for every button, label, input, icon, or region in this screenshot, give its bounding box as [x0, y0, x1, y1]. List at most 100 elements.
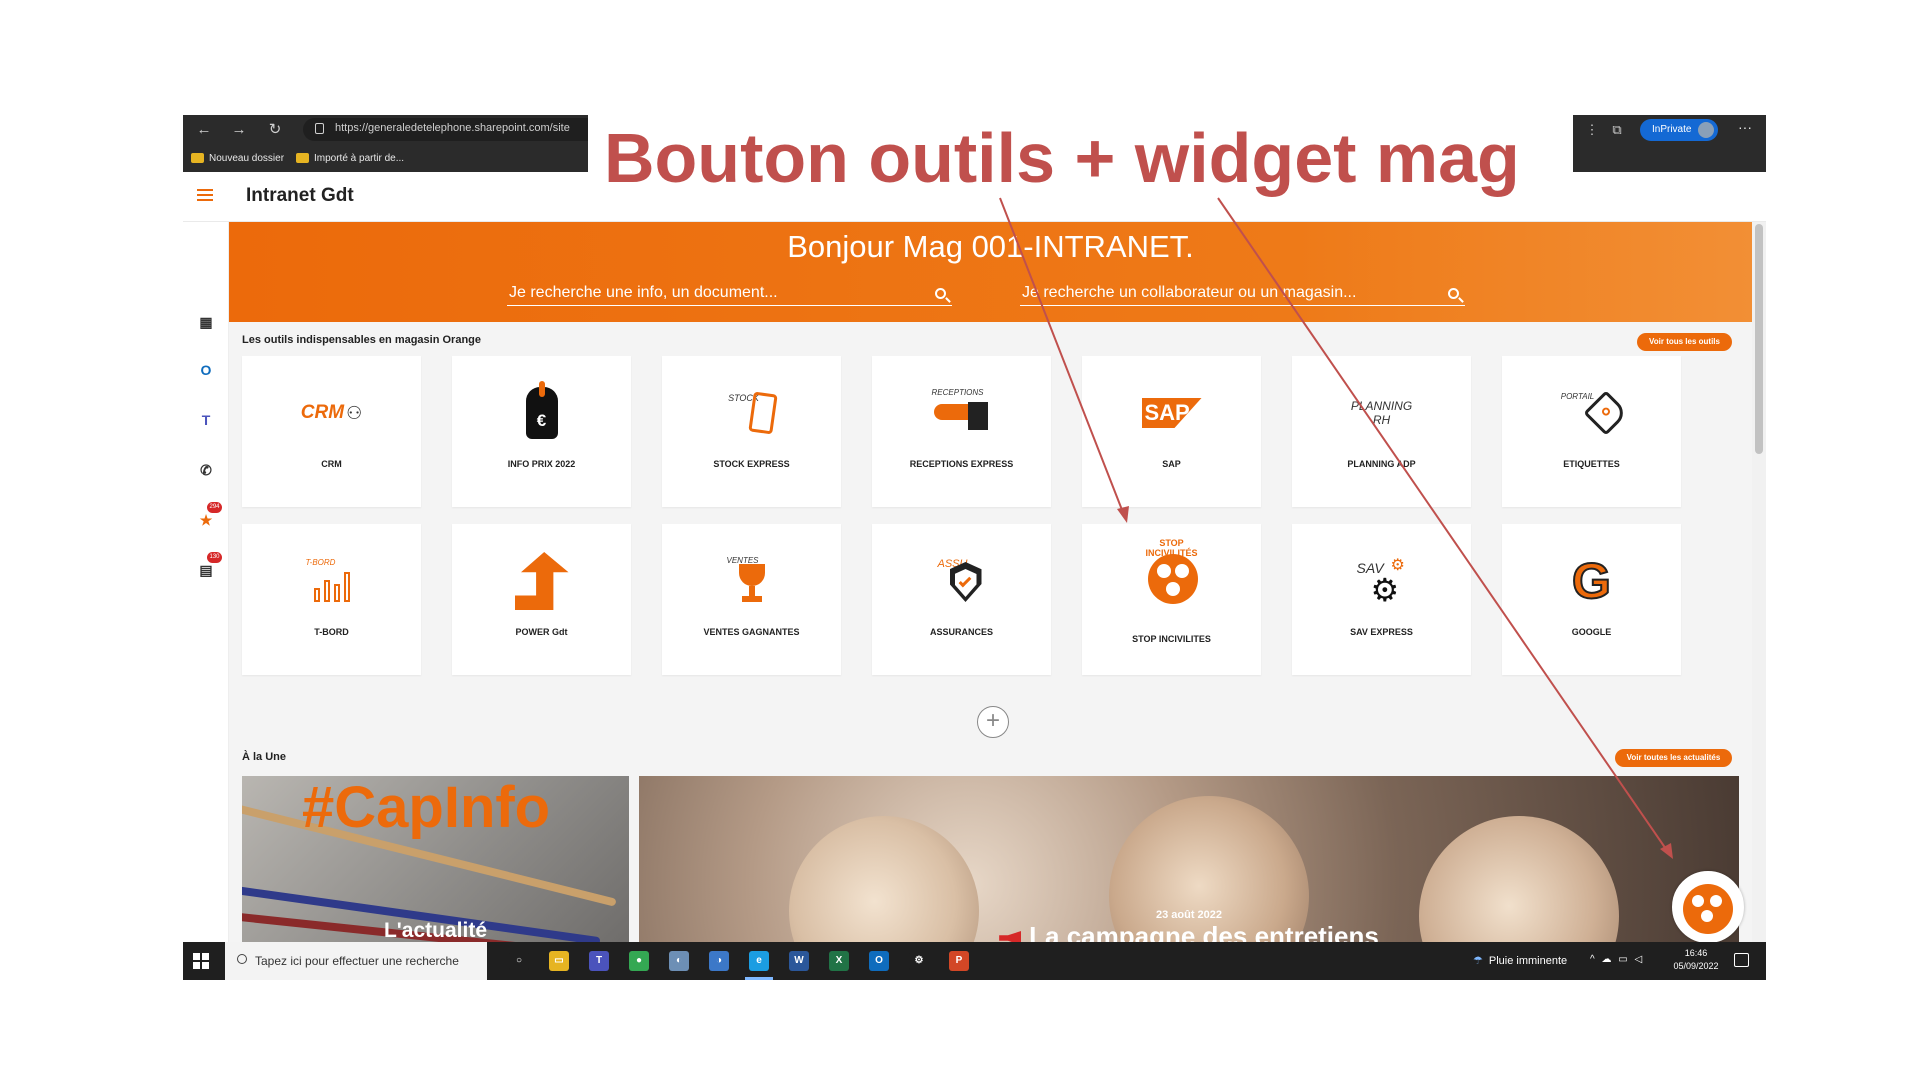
back-icon[interactable]: ←: [193, 119, 215, 141]
volume-icon[interactable]: ◁: [1635, 954, 1645, 965]
tool-label: PLANNING ADP: [1347, 459, 1416, 469]
greeting: Bonjour Mag 001-INTRANET.: [787, 229, 1194, 264]
tool-tile-google[interactable]: G GOOGLE: [1502, 524, 1681, 675]
bookmark-nouveau-dossier[interactable]: Nouveau dossier: [191, 149, 284, 167]
tool-label: GOOGLE: [1571, 627, 1612, 637]
refresh-icon[interactable]: ↻: [264, 119, 286, 141]
document-search[interactable]: Je recherche une info, un document...: [507, 282, 952, 306]
taskbar-search[interactable]: Tapez ici pour effectuer une recherche: [225, 942, 487, 980]
excel-icon[interactable]: X: [829, 951, 849, 971]
tool-tile-crm[interactable]: CRM ⚇ CRM: [242, 356, 421, 507]
file-explorer-icon[interactable]: ▭: [549, 951, 569, 971]
main-content: Bonjour Mag 001-INTRANET. Je recherche u…: [229, 222, 1752, 942]
tool-tile-stop-incivilites[interactable]: STOP INCIVILITÉS STOP INCIVILITES: [1082, 524, 1261, 675]
app-icon-6[interactable]: ◑: [709, 951, 729, 971]
chevron-up-icon[interactable]: ^: [1590, 954, 1597, 965]
clock[interactable]: 16:46 05/09/2022: [1666, 947, 1726, 973]
system-tray[interactable]: ^ ☁ ▭ ◁: [1590, 954, 1644, 965]
stop-incivilites-icon: [1683, 884, 1733, 934]
news-card-capinfo[interactable]: #CapInfo L'actualité: [242, 776, 629, 942]
cloud-icon[interactable]: ☁: [1601, 954, 1613, 965]
notification-badge: 294: [207, 502, 222, 513]
page-scrollbar[interactable]: [1752, 222, 1766, 942]
news-card-title: L'actualité: [383, 919, 488, 942]
tool-label: SAP: [1162, 459, 1181, 469]
document-search-input[interactable]: Je recherche une info, un document...: [509, 284, 778, 302]
active-app-indicator: [745, 977, 773, 980]
people-search[interactable]: Je recherche un collaborateur ou un maga…: [1020, 282, 1465, 306]
teams-app-icon[interactable]: T: [589, 951, 609, 971]
collections-icon[interactable]: ⧉: [1608, 121, 1626, 139]
hamburger-menu-icon[interactable]: [197, 189, 213, 201]
inprivate-button[interactable]: InPrivate: [1640, 119, 1718, 141]
google-icon: G: [1571, 552, 1612, 610]
task-view-icon[interactable]: ○: [509, 951, 529, 971]
inprivate-label: InPrivate: [1652, 124, 1692, 135]
tool-tile-etiquettes[interactable]: PORTAIL ETIQUETTES: [1502, 356, 1681, 507]
bookmark-label: Nouveau dossier: [209, 152, 285, 164]
rain-icon: ☂: [1473, 955, 1483, 967]
scrollbar-thumb[interactable]: [1755, 224, 1763, 454]
tool-label: STOCK EXPRESS: [713, 459, 790, 469]
dashboard-icon: T-BORD: [242, 552, 421, 610]
screenshot: ← → ↻ https://generaledetelephone.sharep…: [183, 115, 1766, 980]
planning-icon: PLANNING RH: [1350, 399, 1413, 427]
chrome-icon[interactable]: ●: [629, 951, 649, 971]
tool-tile-sap[interactable]: SAP SAP: [1082, 356, 1261, 507]
tool-tile-stock-express[interactable]: STOCK STOCK EXPRESS: [662, 356, 841, 507]
clock-date: 05/09/2022: [1673, 961, 1719, 971]
view-all-news-button[interactable]: Voir toutes les actualités: [1615, 749, 1732, 767]
tool-tile-power-gdt[interactable]: POWER Gdt: [452, 524, 631, 675]
tool-tile-sav-express[interactable]: SAV ⚙ ⚙ SAV EXPRESS: [1292, 524, 1471, 675]
notification-center-icon[interactable]: [1734, 953, 1749, 967]
weather-widget[interactable]: ☂ Pluie imminente: [1473, 954, 1567, 967]
teams-icon[interactable]: T: [195, 409, 217, 431]
crm-icon: CRM ⚇: [300, 402, 363, 423]
tool-tile-info-prix[interactable]: € INFO PRIX 2022: [452, 356, 631, 507]
hero-banner: Bonjour Mag 001-INTRANET. Je recherche u…: [229, 222, 1752, 322]
search-icon[interactable]: [1448, 288, 1459, 299]
apps-icon[interactable]: ▦: [195, 311, 217, 333]
windows-start-icon[interactable]: [193, 953, 209, 969]
bookmark-importe[interactable]: Importé à partir de...: [296, 149, 404, 167]
site-title[interactable]: Intranet Gdt: [246, 185, 354, 207]
avatar: [1698, 122, 1714, 138]
price-tag-icon: €: [452, 381, 631, 442]
settings-icon[interactable]: ⚙: [909, 951, 929, 971]
tool-tile-ventes-gagnantes[interactable]: VENTES VENTES GAGNANTES: [662, 524, 841, 675]
sap-icon: SAP: [1082, 384, 1261, 442]
taskbar-search-input[interactable]: Tapez ici pour effectuer une recherche: [255, 954, 459, 968]
outlook-icon[interactable]: O: [195, 359, 217, 381]
more-menu-button[interactable]: ···: [1738, 119, 1752, 135]
tools-section-title: Les outils indispensables en magasin Ora…: [242, 334, 482, 346]
annotation-title: Bouton outils + widget mag: [604, 119, 1520, 197]
app-icon-5[interactable]: ◐: [669, 951, 689, 971]
tool-tile-assurances[interactable]: ASSU ASSURANCES: [872, 524, 1051, 675]
shield-icon: ASSU: [872, 552, 1051, 610]
tool-tile-planning-adp[interactable]: PLANNING RH PLANNING ADP: [1292, 356, 1471, 507]
network-icon[interactable]: ▭: [1618, 954, 1629, 965]
search-icon[interactable]: [935, 288, 946, 299]
powerpoint-icon[interactable]: P: [949, 951, 969, 971]
tool-label: SAV EXPRESS: [1350, 627, 1413, 637]
word-icon[interactable]: W: [789, 951, 809, 971]
people-search-input[interactable]: Je recherche un collaborateur ou un maga…: [1022, 284, 1356, 302]
folder-icon: [191, 153, 204, 163]
phone-icon[interactable]: ✆: [195, 459, 217, 481]
capinfo-tag: #CapInfo: [302, 776, 551, 840]
clock-time: 16:46: [1684, 948, 1708, 958]
edge-icon[interactable]: e: [749, 951, 769, 971]
view-all-tools-button[interactable]: Voir tous les outils: [1637, 333, 1732, 351]
outlook-app-icon[interactable]: O: [869, 951, 889, 971]
tool-tile-receptions-express[interactable]: RECEPTIONS RECEPTIONS EXPRESS: [872, 356, 1051, 507]
add-tool-button[interactable]: +: [977, 706, 1009, 738]
forward-icon[interactable]: →: [228, 119, 250, 141]
folder-icon: [296, 153, 309, 163]
extensions-icon[interactable]: ⋮: [1583, 121, 1601, 139]
tool-label: CRM: [321, 459, 342, 469]
stop-incivilites-widget[interactable]: [1672, 871, 1744, 943]
tool-tile-t-bord[interactable]: T-BORD T-BORD: [242, 524, 421, 675]
tool-label: ASSURANCES: [929, 627, 993, 637]
tool-label: VENTES GAGNANTES: [703, 627, 800, 637]
news-card-campaign[interactable]: 23 août 2022 La campagne des entretiens: [639, 776, 1739, 942]
